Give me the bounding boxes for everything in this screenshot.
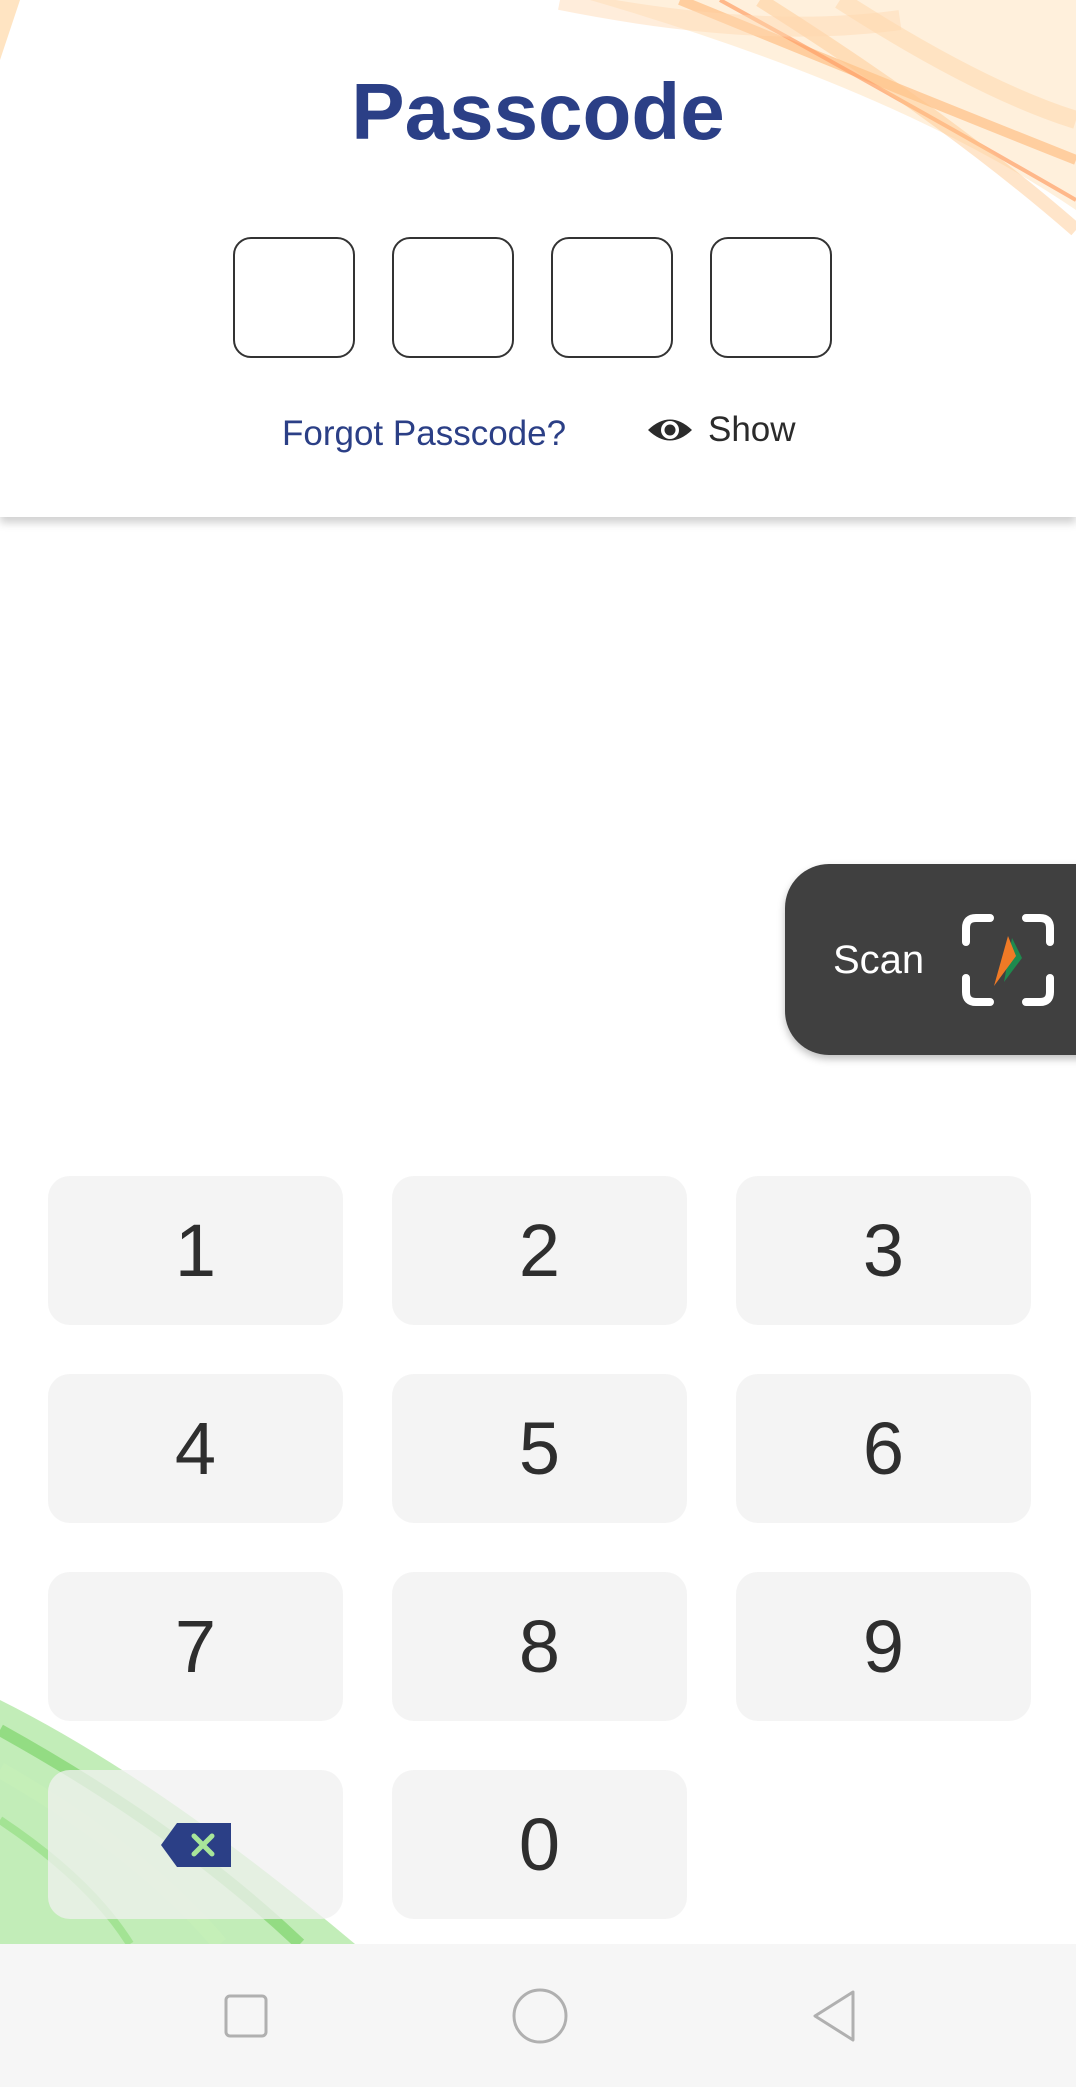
key-5[interactable]: 5 <box>392 1374 687 1523</box>
key-0[interactable]: 0 <box>392 1770 687 1919</box>
system-navigation-bar <box>0 1944 1076 2087</box>
back-icon <box>813 1990 855 2041</box>
scan-frame-icon <box>962 914 1054 1006</box>
key-7[interactable]: 7 <box>48 1572 343 1721</box>
page-title: Passcode <box>351 67 725 156</box>
keypad-empty-slot <box>736 1770 1031 1919</box>
home-icon <box>512 1988 568 2043</box>
recent-apps-button[interactable] <box>186 1944 306 2087</box>
forgot-passcode-link[interactable]: Forgot Passcode? <box>282 414 566 454</box>
back-button[interactable] <box>774 1944 894 2087</box>
recent-apps-icon <box>224 1994 268 2037</box>
pin-box-3[interactable] <box>551 237 673 358</box>
key-2[interactable]: 2 <box>392 1176 687 1325</box>
pin-input-row[interactable] <box>233 237 832 358</box>
scan-button[interactable]: Scan <box>785 864 1076 1055</box>
pin-box-4[interactable] <box>710 237 832 358</box>
scan-label: Scan <box>833 938 925 982</box>
numeric-keypad: 1 2 3 4 5 6 7 8 9 0 <box>48 1176 1031 1919</box>
backspace-button[interactable] <box>48 1770 343 1919</box>
key-4[interactable]: 4 <box>48 1374 343 1523</box>
passcode-header-card: Passcode Forgot Passcode? Show <box>0 0 1076 517</box>
show-label: Show <box>708 410 796 449</box>
key-1[interactable]: 1 <box>48 1176 343 1325</box>
home-button[interactable] <box>480 1944 600 2087</box>
passcode-screen: Passcode Forgot Passcode? Show Scan 1 2 … <box>0 0 1076 2087</box>
pin-box-2[interactable] <box>392 237 514 358</box>
show-passcode-toggle[interactable]: Show <box>646 410 796 450</box>
key-3[interactable]: 3 <box>736 1176 1031 1325</box>
backspace-icon <box>160 1822 231 1867</box>
key-9[interactable]: 9 <box>736 1572 1031 1721</box>
key-6[interactable]: 6 <box>736 1374 1031 1523</box>
pin-box-1[interactable] <box>233 237 355 358</box>
eye-icon <box>648 419 692 441</box>
key-8[interactable]: 8 <box>392 1572 687 1721</box>
